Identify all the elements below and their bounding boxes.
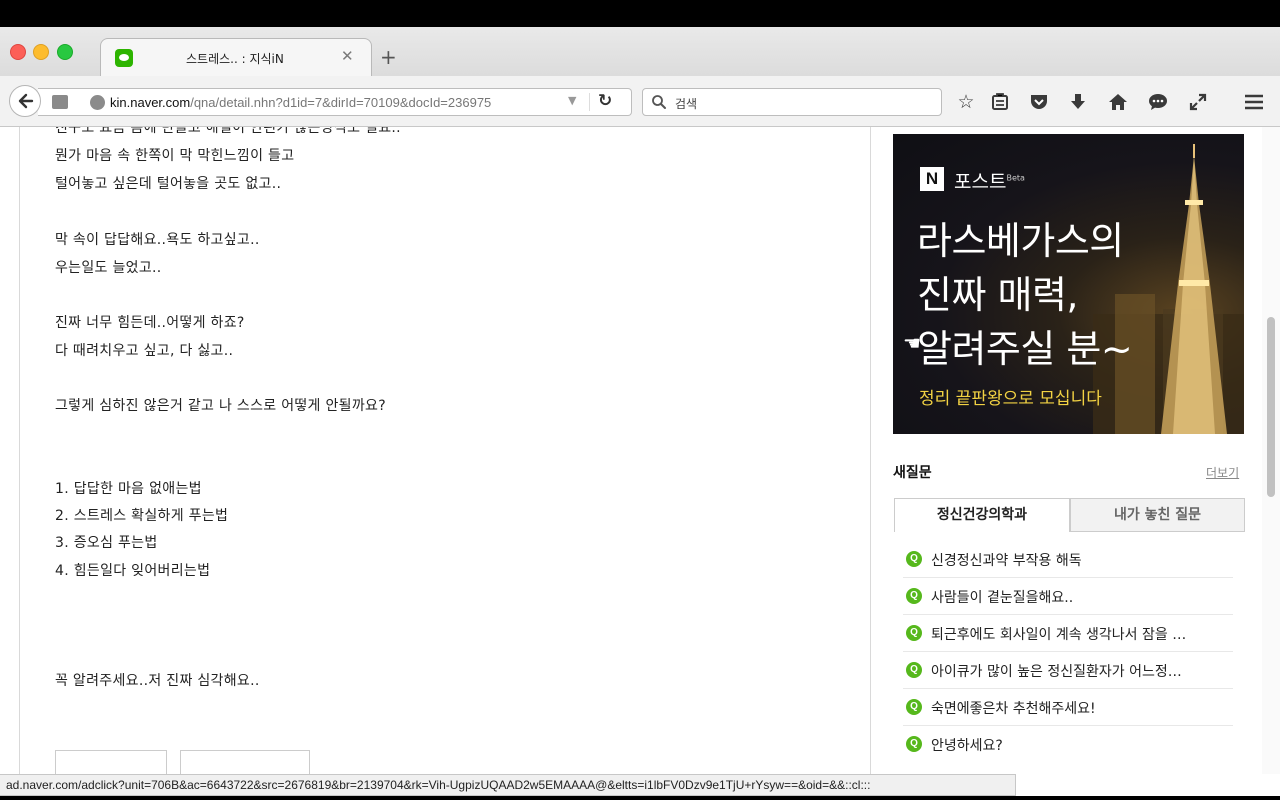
history-dropdown-icon[interactable]: ▼ xyxy=(568,94,576,107)
new-questions-title: 새질문 xyxy=(893,465,932,481)
question-tabs: 정신건강의학과 내가 놓친 질문 xyxy=(894,498,1245,533)
ad-brand: 포스트Beta xyxy=(954,167,1025,194)
home-icon[interactable] xyxy=(1106,90,1130,114)
reload-icon[interactable]: ↻ xyxy=(598,91,612,111)
advertisement-banner[interactable]: N 포스트Beta 라스베가스의 진짜 매력, 알려주실 분~ 정리 끝판왕으로… xyxy=(893,134,1244,434)
list-item[interactable]: Q 퇴근후에도 회사일이 계속 생각나서 잠을 … xyxy=(903,615,1233,652)
post-line: 털어놓고 싶은데 털어놓을 곳도 없고.. xyxy=(55,176,282,192)
question-badge-icon: Q xyxy=(906,736,922,752)
question-link[interactable]: 아이큐가 많이 높은 정신질환자가 어느정… xyxy=(931,661,1231,681)
question-badge-icon: Q xyxy=(906,588,922,604)
question-badge-icon: Q xyxy=(906,625,922,641)
tab-missed-questions[interactable]: 내가 놓친 질문 xyxy=(1070,498,1245,532)
ad-brand-sup: Beta xyxy=(1006,173,1025,183)
list-item[interactable]: Q 안녕하세요? xyxy=(903,726,1233,763)
back-arrow-icon xyxy=(18,93,34,109)
divider xyxy=(589,93,590,111)
question-badge-icon: Q xyxy=(906,551,922,567)
globe-icon xyxy=(90,95,105,110)
question-link[interactable]: 신경정신과약 부작용 해독 xyxy=(931,550,1231,570)
chat-icon[interactable] xyxy=(1146,90,1170,114)
ad-subtitle: 정리 끝판왕으로 모십니다 xyxy=(919,389,1102,409)
action-button[interactable] xyxy=(55,750,167,774)
bookmark-star-icon[interactable]: ☆ xyxy=(954,90,978,114)
search-input[interactable]: 검색 xyxy=(642,88,942,116)
scrollbar-thumb[interactable] xyxy=(1267,317,1275,497)
hand-cursor-icon: ☚ xyxy=(903,331,921,355)
tab-strip: 스트레스.. : 지식iN ✕ + xyxy=(0,27,1280,77)
tab-psychiatry[interactable]: 정신건강의학과 xyxy=(894,498,1070,532)
screen-bottom-bar xyxy=(0,796,1280,800)
post-line: 친구도 요즘 음에 만들고 해결이 안된가 끊는방식도 필요.. xyxy=(55,127,401,136)
post-line: 다 때려치우고 싶고, 다 싫고.. xyxy=(55,343,234,359)
question-link[interactable]: 안녕하세요? xyxy=(931,735,1231,755)
back-button[interactable] xyxy=(9,85,41,117)
status-bar: ad.naver.com/adclick?unit=706B&ac=664372… xyxy=(0,774,1016,796)
zoom-window-button[interactable] xyxy=(57,44,73,60)
minimize-window-button[interactable] xyxy=(33,44,49,60)
ad-headline: 라스베가스의 진짜 매력, 알려주실 분~ xyxy=(917,214,1133,376)
fullscreen-icon[interactable] xyxy=(1186,90,1210,114)
question-badge-icon: Q xyxy=(906,662,922,678)
search-placeholder: 검색 xyxy=(675,97,698,111)
address-bar[interactable]: kin.naver.com/qna/detail.nhn?d1id=7&dirI… xyxy=(38,88,632,116)
ad-headline-line: 진짜 매력, xyxy=(917,273,1079,317)
post-line: 우는일도 늘었고.. xyxy=(55,260,162,276)
naver-logo: N xyxy=(920,167,944,191)
ad-brand-name: 포스트 xyxy=(954,171,1007,193)
close-tab-icon[interactable]: ✕ xyxy=(341,47,354,65)
list-item[interactable]: Q 사람들이 곁눈질을해요.. xyxy=(903,578,1233,615)
more-link[interactable]: 더보기 xyxy=(1206,464,1239,481)
address-text[interactable]: kin.naver.com/qna/detail.nhn?d1id=7&dirI… xyxy=(110,95,560,110)
question-badge-icon: Q xyxy=(906,699,922,715)
browser-tab[interactable]: 스트레스.. : 지식iN ✕ xyxy=(100,38,372,77)
question-body: 친구도 요즘 음에 만들고 해결이 안된가 끊는방식도 필요.. 뭔가 마음 속… xyxy=(19,127,871,774)
scrollbar[interactable] xyxy=(1262,127,1280,774)
ad-headline-line: 알려주실 분~ xyxy=(917,327,1133,371)
question-link[interactable]: 퇴근후에도 회사일이 계속 생각나서 잠을 … xyxy=(931,624,1231,644)
post-line: 꼭 알려주세요..저 진짜 심각해요.. xyxy=(55,673,260,689)
list-item[interactable]: Q 신경정신과약 부작용 해독 xyxy=(903,541,1233,578)
pocket-icon[interactable] xyxy=(1027,90,1051,114)
page-icon xyxy=(52,95,68,109)
screen-top-bar xyxy=(0,0,1280,27)
list-item[interactable]: Q 아이큐가 많이 높은 정신질환자가 어느정… xyxy=(903,652,1233,689)
post-line: 그렇게 심하진 않은거 같고 나 스스로 어떻게 안될까요? xyxy=(55,398,386,414)
address-host: kin.naver.com xyxy=(110,95,191,110)
post-line: 막 속이 답답해요..욕도 하고싶고.. xyxy=(55,232,260,248)
question-list: Q 신경정신과약 부작용 해독 Q 사람들이 곁눈질을해요.. Q 퇴근후에도 … xyxy=(903,541,1233,763)
post-line: 2. 스트레스 확실하게 푸는법 xyxy=(55,508,229,524)
question-link[interactable]: 사람들이 곁눈질을해요.. xyxy=(931,587,1231,607)
close-window-button[interactable] xyxy=(10,44,26,60)
page-content: 친구도 요즘 음에 만들고 해결이 안된가 끊는방식도 필요.. 뭔가 마음 속… xyxy=(0,127,1280,774)
favicon-icon xyxy=(115,49,133,67)
download-icon[interactable] xyxy=(1066,90,1090,114)
post-line: 뭔가 마음 속 한쪽이 막 막힌느낌이 들고 xyxy=(55,148,295,164)
reading-list-icon[interactable] xyxy=(988,90,1012,114)
ad-headline-line: 라스베가스의 xyxy=(917,219,1124,263)
search-icon xyxy=(652,95,666,109)
post-line: 3. 증오심 푸는법 xyxy=(55,535,158,551)
tab-title: 스트레스.. : 지식iN xyxy=(186,52,284,66)
post-line: 진짜 너무 힘든데..어떻게 하죠? xyxy=(55,315,245,331)
right-sidebar: N 포스트Beta 라스베가스의 진짜 매력, 알려주실 분~ 정리 끝판왕으로… xyxy=(893,127,1245,774)
new-tab-button[interactable]: + xyxy=(380,47,397,67)
post-line: 1. 답답한 마음 없애는법 xyxy=(55,481,202,497)
menu-icon[interactable] xyxy=(1242,90,1266,114)
list-item[interactable]: Q 숙면에좋은차 추천해주세요! xyxy=(903,689,1233,726)
post-line: 4. 힘든일다 잊어버리는법 xyxy=(55,563,211,579)
address-path: /qna/detail.nhn?d1id=7&dirId=70109&docId… xyxy=(190,95,492,110)
question-link[interactable]: 숙면에좋은차 추천해주세요! xyxy=(931,698,1231,718)
action-button[interactable] xyxy=(180,750,310,774)
